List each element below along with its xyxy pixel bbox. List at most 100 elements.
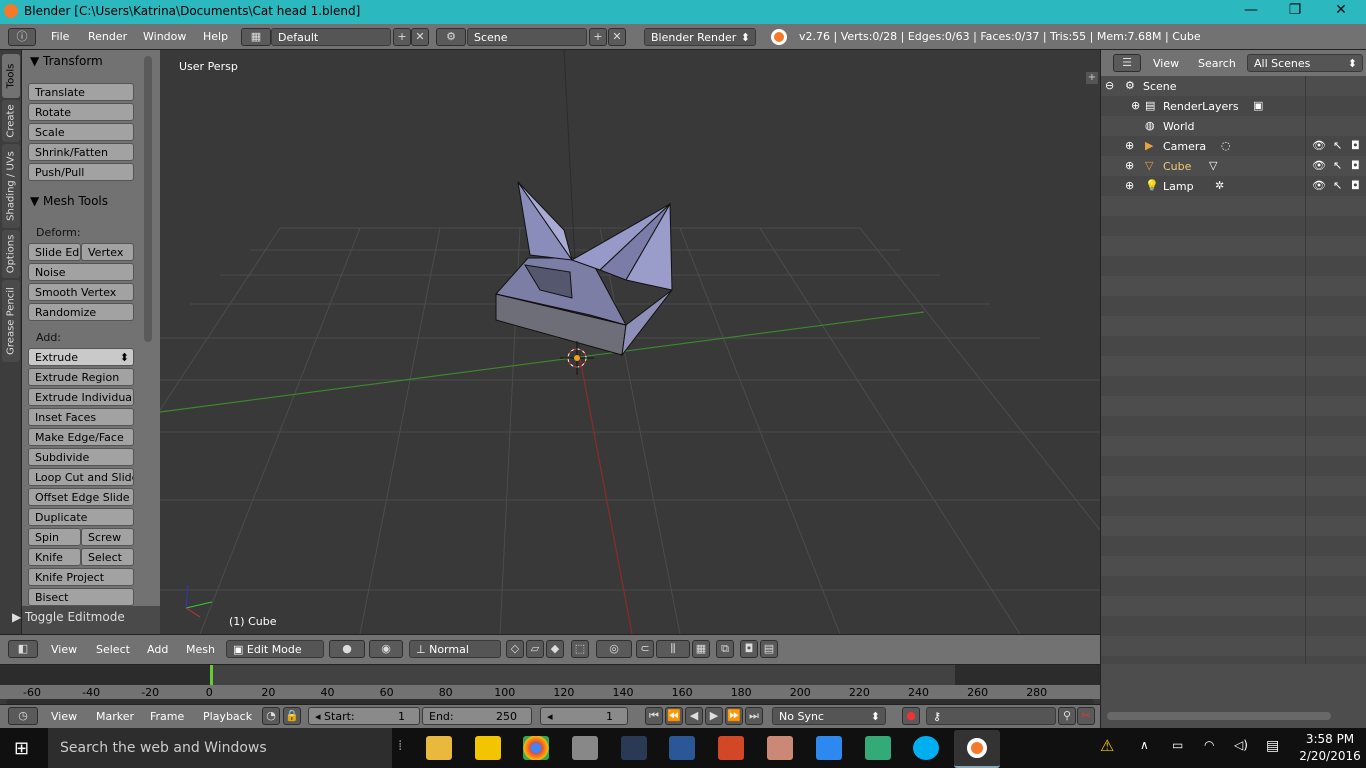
- windows-start-icon[interactable]: ⊞: [14, 738, 29, 759]
- menu-help[interactable]: Help: [203, 30, 228, 43]
- menu-view[interactable]: View: [51, 643, 77, 656]
- proportional-editing-icon[interactable]: ◎: [596, 640, 632, 658]
- transform-panel-header[interactable]: ▼ Transform: [30, 54, 103, 68]
- smooth-vertex-button[interactable]: Smooth Vertex: [28, 283, 134, 301]
- outliner-row-world[interactable]: ◍ World: [1101, 117, 1366, 137]
- editor-type-outliner-icon[interactable]: ☰: [1113, 54, 1141, 72]
- duplicate-button[interactable]: Duplicate: [28, 508, 134, 526]
- selectable-cursor-icon[interactable]: ↖: [1333, 139, 1342, 152]
- tab-tools[interactable]: Tools: [2, 54, 20, 98]
- selectable-cursor-icon[interactable]: ↖: [1333, 179, 1342, 192]
- bisect-button[interactable]: Bisect: [28, 588, 134, 606]
- snap-element-icon[interactable]: ⫼: [656, 640, 690, 658]
- outliner-menu-view[interactable]: View: [1153, 57, 1179, 70]
- skype-icon[interactable]: [913, 736, 939, 760]
- menu-render[interactable]: Render: [88, 30, 127, 43]
- outliner-hscrollbar[interactable]: [1107, 712, 1331, 720]
- subdivide-button[interactable]: Subdivide: [28, 448, 134, 466]
- menu-window[interactable]: Window: [143, 30, 186, 43]
- layout-remove-icon[interactable]: ✕: [411, 28, 429, 46]
- word-icon[interactable]: [669, 736, 695, 760]
- scene-add-icon[interactable]: +: [589, 28, 607, 46]
- preview-range-icon[interactable]: ◔: [262, 707, 280, 725]
- collapse-icon[interactable]: ⊖: [1105, 79, 1114, 92]
- start-frame-field[interactable]: ◂ Start: 1: [308, 707, 420, 725]
- scene-remove-icon[interactable]: ✕: [608, 28, 626, 46]
- knife-select-button[interactable]: Select: [81, 548, 134, 566]
- translate-button[interactable]: Translate: [28, 83, 134, 101]
- record-icon[interactable]: ●: [902, 707, 920, 725]
- slide-edge-button[interactable]: Slide Ed: [28, 243, 81, 261]
- layout-browse-icon[interactable]: ▦: [241, 28, 271, 46]
- current-frame-field[interactable]: ◂ 1: [540, 707, 628, 725]
- vertex-select-icon[interactable]: ◇: [506, 640, 524, 658]
- visibility-eye-icon[interactable]: 👁: [1312, 139, 1326, 152]
- steam-icon[interactable]: [621, 736, 647, 760]
- taskbar-search-box[interactable]: Search the web and Windows: [48, 728, 392, 768]
- edge-select-icon[interactable]: ▱: [526, 640, 544, 658]
- tab-options[interactable]: Options: [2, 230, 20, 278]
- expand-icon[interactable]: ⊕: [1131, 99, 1140, 112]
- taskbar-time[interactable]: 3:58 PM: [1298, 732, 1362, 746]
- editor-type-3dview-icon[interactable]: ◧: [8, 640, 38, 658]
- outliner-display-select[interactable]: All Scenes ⬍: [1247, 54, 1363, 72]
- jump-start-icon[interactable]: ⏮: [645, 707, 663, 725]
- selectable-cursor-icon[interactable]: ↖: [1333, 159, 1342, 172]
- render-still-icon[interactable]: ◘: [740, 640, 758, 658]
- pivot-point-icon[interactable]: ◉: [369, 640, 403, 658]
- mesh-tools-panel-header[interactable]: ▼ Mesh Tools: [30, 194, 108, 208]
- editor-type-info-icon[interactable]: ⓘ: [8, 28, 36, 46]
- render-engine-select[interactable]: Blender Render ⬍: [644, 28, 756, 46]
- loop-cut-button[interactable]: Loop Cut and Slide: [28, 468, 134, 486]
- play-icon[interactable]: ▶: [705, 707, 723, 725]
- lock-icon[interactable]: 🔒: [283, 707, 301, 725]
- knife-button[interactable]: Knife: [28, 548, 81, 566]
- menu-mesh[interactable]: Mesh: [186, 643, 215, 656]
- transform-orientation-select[interactable]: ⊥ Normal: [409, 640, 501, 658]
- knife-project-button[interactable]: Knife Project: [28, 568, 134, 586]
- insert-keyframe-icon[interactable]: ⚲: [1058, 707, 1076, 725]
- calculator-icon[interactable]: [572, 736, 598, 760]
- editor-type-timeline-icon[interactable]: ◷: [8, 707, 38, 725]
- game-app-icon[interactable]: [865, 736, 891, 760]
- show-hidden-icons-icon[interactable]: ∧: [1140, 738, 1149, 752]
- scene-browse-icon[interactable]: ⚙: [436, 28, 466, 46]
- restore-button[interactable]: ❐: [1272, 2, 1318, 18]
- shrink-fatten-button[interactable]: Shrink/Fatten: [28, 143, 134, 161]
- renderable-camera-icon[interactable]: ◘: [1351, 179, 1360, 192]
- powerpoint-icon[interactable]: [718, 736, 744, 760]
- inset-faces-button[interactable]: Inset Faces: [28, 408, 134, 426]
- menu-add[interactable]: Add: [147, 643, 168, 656]
- file-explorer-icon[interactable]: [426, 736, 452, 760]
- tab-shading-uvs[interactable]: Shading / UVs: [2, 144, 20, 228]
- task-view-icon[interactable]: ⁞: [398, 738, 402, 754]
- wifi-icon[interactable]: ◠: [1204, 738, 1214, 752]
- timeline-menu-frame[interactable]: Frame: [150, 710, 184, 723]
- outliner-row-cube[interactable]: ⊕ ▽ Cube ▽ 👁 ↖ ◘: [1101, 157, 1366, 177]
- tool-shelf-scrollbar[interactable]: [144, 56, 152, 342]
- volume-icon[interactable]: ◁): [1234, 738, 1248, 752]
- minimize-button[interactable]: —: [1228, 2, 1274, 18]
- prev-keyframe-icon[interactable]: ⏪: [665, 707, 683, 725]
- scale-button[interactable]: Scale: [28, 123, 134, 141]
- chrome-icon[interactable]: [523, 736, 549, 760]
- spin-button[interactable]: Spin: [28, 528, 81, 546]
- jump-end-icon[interactable]: ⏭: [745, 707, 763, 725]
- action-center-icon[interactable]: ▤: [1266, 738, 1279, 754]
- delete-keyframe-icon[interactable]: ✂: [1077, 707, 1095, 725]
- timeline[interactable]: -60 -40 -20 0 20 40 60 80 100 120 140 160 180 200 220 2…: [0, 664, 1100, 705]
- make-edge-face-button[interactable]: Make Edge/Face: [28, 428, 134, 446]
- media-app-icon[interactable]: [475, 736, 501, 760]
- photo-app-icon[interactable]: [816, 736, 842, 760]
- outliner-row-lamp[interactable]: ⊕ 💡 Lamp ✲ 👁 ↖ ◘: [1101, 177, 1366, 197]
- expand-icon[interactable]: ⊕: [1125, 159, 1134, 172]
- extrude-individual-button[interactable]: Extrude Individual: [28, 388, 134, 406]
- snap-target-icon[interactable]: ▦: [692, 640, 710, 658]
- close-button[interactable]: ✕: [1318, 2, 1364, 18]
- timeline-menu-playback[interactable]: Playback: [203, 710, 252, 723]
- expand-icon[interactable]: ⊕: [1125, 139, 1134, 152]
- menu-select[interactable]: Select: [96, 643, 130, 656]
- toggle-editmode-header[interactable]: ▶ Toggle Editmode: [12, 610, 125, 624]
- end-frame-field[interactable]: End: 250: [422, 707, 532, 725]
- limit-selection-icon[interactable]: ⬚: [571, 640, 589, 658]
